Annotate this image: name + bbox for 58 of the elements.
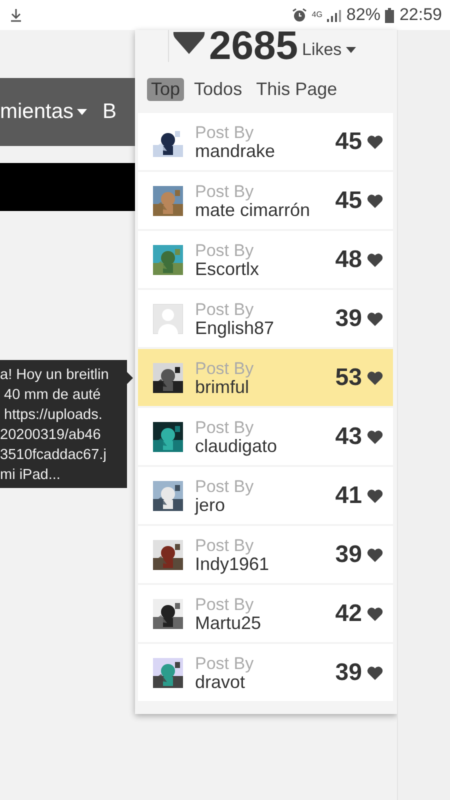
like-count: 41 (335, 482, 362, 510)
post-by-label: Post By (195, 536, 255, 554)
username[interactable]: mandrake (195, 142, 336, 160)
tooltip: a! Hoy un breitlin 40 mm de auté https://uploads. 20200319/ab46 3510fcaddac67.j mi iPad... (0, 360, 133, 488)
username[interactable]: English87 (195, 318, 336, 338)
alarm-icon (292, 8, 307, 22)
post-row[interactable]: Post By jero 41 (138, 467, 393, 524)
post-by-label: Post By (195, 122, 255, 142)
post-by-label: Post By (195, 182, 255, 200)
network-label: 4G (312, 11, 322, 19)
like-count: 39 (335, 540, 362, 568)
likes-dropdown[interactable]: Likes (302, 40, 356, 62)
like-count: 53 (335, 364, 362, 392)
username[interactable]: Escortlx (195, 260, 336, 278)
username[interactable]: dravot (195, 672, 336, 692)
nav-menu-item[interactable]: mientas (0, 100, 87, 124)
battery-icon (385, 8, 394, 22)
username[interactable]: jero (195, 496, 336, 514)
battery-label: 82% (346, 5, 380, 25)
nav-menu-item[interactable]: B (102, 100, 117, 124)
post-row[interactable]: Post By Martu25 42 (138, 585, 393, 642)
post-row[interactable]: Post By brimful 53 (138, 349, 393, 406)
post-by-label: Post By (195, 240, 255, 260)
like-count: 39 (335, 304, 362, 332)
likes-count: 2685 (209, 30, 298, 62)
like-count: 45 (335, 128, 362, 156)
post-row[interactable]: Post By Escortlx 48 (138, 231, 393, 288)
post-by-label: Post By (195, 476, 255, 496)
like-count: 48 (335, 246, 362, 274)
clock-time: 22:59 (399, 5, 442, 25)
post-by-label: Post By (195, 358, 255, 378)
username[interactable]: Indy1961 (195, 554, 336, 574)
post-by-label: Post By (195, 594, 255, 614)
like-count: 43 (335, 422, 362, 450)
signal-icon (327, 8, 342, 22)
post-by-label: Post By (195, 418, 255, 436)
like-count: 45 (335, 186, 362, 214)
filter-tab[interactable]: Todos (190, 78, 246, 101)
username[interactable]: Martu25 (195, 614, 336, 632)
post-row[interactable]: Post By claudigato 43 (138, 408, 393, 465)
avatar-icon (153, 304, 183, 334)
post-row[interactable]: Post By English87 39 (138, 290, 393, 347)
post-row[interactable]: Post By mandrake 45 (138, 113, 393, 170)
filter-tab[interactable]: This Page (252, 78, 342, 101)
post-row[interactable]: Post By mate cimarrón 45 (138, 172, 393, 229)
filter-tab[interactable]: Top (147, 78, 184, 101)
username[interactable]: mate cimarrón (195, 200, 336, 220)
caret-icon (76, 109, 87, 115)
like-count: 42 (335, 600, 362, 628)
post-by-label: Post By (195, 300, 255, 318)
download-icon (10, 8, 22, 22)
post-by-label: Post By (195, 654, 255, 672)
username[interactable]: brimful (195, 378, 336, 396)
username[interactable]: claudigato (195, 436, 336, 456)
post-row[interactable]: Post By Indy1961 39 (138, 526, 393, 583)
like-count: 39 (335, 658, 362, 686)
post-row[interactable]: Post By dravot 39 (138, 644, 393, 701)
caret-icon (346, 47, 356, 53)
